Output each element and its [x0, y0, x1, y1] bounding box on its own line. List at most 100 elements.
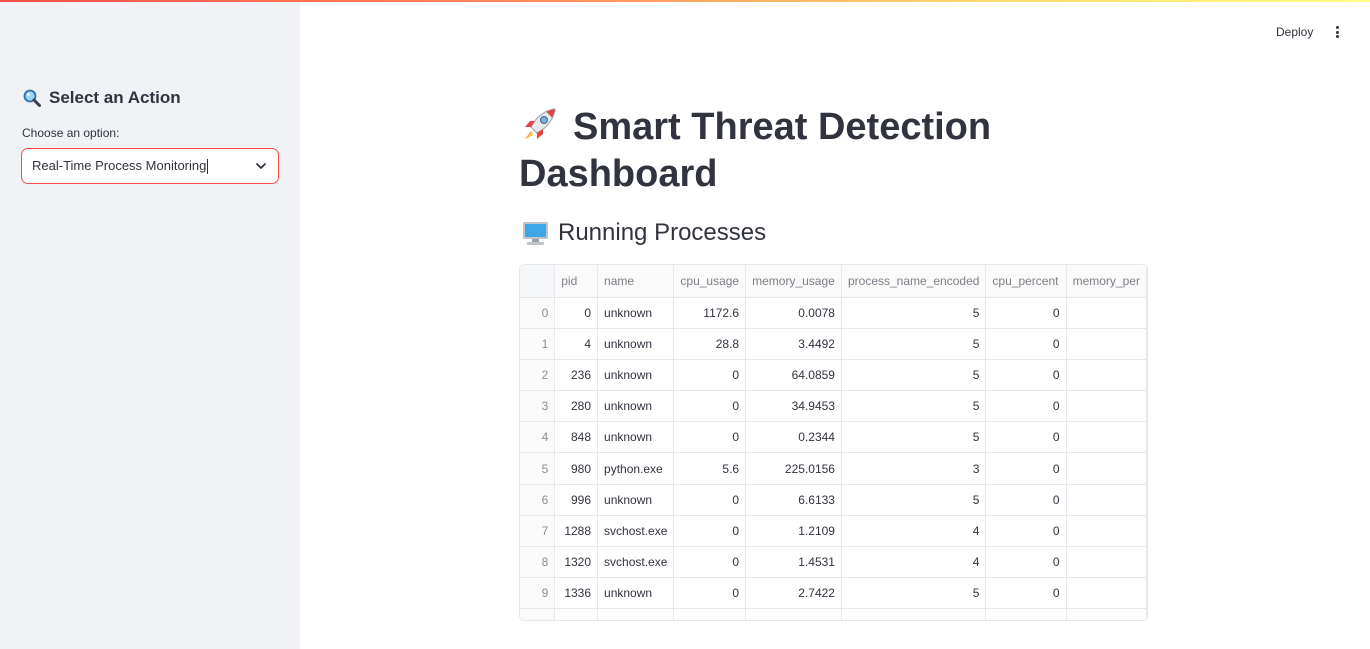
deploy-button[interactable]: Deploy: [1276, 25, 1313, 39]
column-header[interactable]: process_name_encoded: [841, 265, 987, 298]
table-cell[interactable]: 0: [673, 484, 747, 516]
magnifier-icon: [23, 89, 41, 107]
table-cell[interactable]: 5: [841, 328, 987, 360]
table-cell[interactable]: svchost.exe: [597, 546, 675, 579]
table-row[interactable]: 2 236 unknown 0 64.0859 5 0: [520, 359, 1147, 392]
table-cell[interactable]: 5: [841, 359, 987, 392]
table-cell[interactable]: svchost.exe: [597, 515, 675, 548]
table-cell[interactable]: unknown: [597, 484, 675, 516]
table-cell[interactable]: python.exe: [597, 452, 675, 485]
table-row[interactable]: 5 980 python.exe 5.6 225.0156 3 0: [520, 452, 1147, 485]
column-header[interactable]: cpu_percent: [985, 265, 1067, 298]
table-cell[interactable]: 0: [673, 421, 747, 454]
table-cell[interactable]: unknown: [597, 328, 675, 360]
row-index: 8: [520, 546, 556, 579]
index-column-header[interactable]: [520, 265, 556, 298]
table-cell[interactable]: 1172.6: [673, 297, 747, 329]
table-cell[interactable]: 0: [673, 546, 747, 579]
table-cell[interactable]: 225.0156: [745, 452, 842, 485]
table-cell[interactable]: 5.6: [673, 452, 747, 485]
table-row[interactable]: 0 0 unknown 1172.6 0.0078 5 0: [520, 297, 1147, 329]
table-cell[interactable]: 848: [554, 421, 599, 454]
table-cell[interactable]: 0.2344: [745, 421, 842, 454]
table-cell[interactable]: 3.4492: [745, 328, 842, 360]
table-cell[interactable]: 0: [985, 359, 1067, 392]
table-cell[interactable]: [1066, 577, 1147, 610]
table-cell[interactable]: unknown: [597, 421, 675, 454]
table-cell: [1066, 608, 1147, 620]
column-header[interactable]: name: [597, 265, 675, 298]
table-cell[interactable]: 4: [841, 515, 987, 548]
table-cell[interactable]: 0: [673, 577, 747, 610]
kebab-menu-icon[interactable]: [1330, 24, 1344, 40]
table-cell[interactable]: 0: [985, 297, 1067, 329]
table-cell[interactable]: unknown: [597, 390, 675, 423]
table-cell[interactable]: 280: [554, 390, 599, 423]
table-body: 0 0 unknown 1172.6 0.0078 5 0 1 4 unknown 28.8 3.44…: [520, 297, 1147, 620]
table-cell[interactable]: 980: [554, 452, 599, 485]
table-cell[interactable]: 5: [841, 484, 987, 516]
table-cell[interactable]: 28.8: [673, 328, 747, 360]
table-cell[interactable]: 1.4531: [745, 546, 842, 579]
select-label: Choose an option:: [22, 126, 120, 140]
table-cell[interactable]: 0: [985, 546, 1067, 579]
column-header[interactable]: cpu_usage: [673, 265, 747, 298]
table-cell[interactable]: unknown: [597, 577, 675, 610]
table-cell[interactable]: 0: [673, 515, 747, 548]
table-cell[interactable]: 34.9453: [745, 390, 842, 423]
table-row[interactable]: 6 996 unknown 0 6.6133 5 0: [520, 484, 1147, 516]
table-row[interactable]: 9 1336 unknown 0 2.7422 5 0: [520, 577, 1147, 610]
table-cell[interactable]: unknown: [597, 297, 675, 329]
table-cell[interactable]: 0: [554, 297, 599, 329]
process-dataframe[interactable]: pid name cpu_usage memory_usage process_name…: [520, 265, 1147, 620]
table-cell[interactable]: [1066, 297, 1147, 329]
table-row[interactable]: 1 4 unknown 28.8 3.4492 5 0: [520, 328, 1147, 360]
table-row[interactable]: 3 280 unknown 0 34.9453 5 0: [520, 390, 1147, 423]
table-cell[interactable]: 3: [841, 452, 987, 485]
table-cell[interactable]: 0.0078: [745, 297, 842, 329]
column-header[interactable]: memory_usage: [745, 265, 842, 298]
chevron-down-icon[interactable]: [254, 159, 268, 173]
table-cell[interactable]: 4: [554, 328, 599, 360]
table-cell[interactable]: 1.2109: [745, 515, 842, 548]
table-cell[interactable]: 0: [985, 577, 1067, 610]
table-cell[interactable]: 1320: [554, 546, 599, 579]
table-cell[interactable]: 5: [841, 421, 987, 454]
table-cell[interactable]: [1066, 515, 1147, 548]
table-cell[interactable]: [1066, 359, 1147, 392]
table-cell[interactable]: [1066, 452, 1147, 485]
table-cell[interactable]: 2.7422: [745, 577, 842, 610]
table-cell[interactable]: [1066, 390, 1147, 423]
table-cell[interactable]: 1288: [554, 515, 599, 548]
action-select[interactable]: Real-Time Process Monitoring: [21, 148, 279, 184]
table-cell[interactable]: [1066, 421, 1147, 454]
table-cell[interactable]: 0: [985, 421, 1067, 454]
column-header[interactable]: pid: [554, 265, 599, 298]
table-row[interactable]: 4 848 unknown 0 0.2344 5 0: [520, 421, 1147, 454]
table-cell[interactable]: 6.6133: [745, 484, 842, 516]
table-cell[interactable]: 5: [841, 297, 987, 329]
table-cell[interactable]: 64.0859: [745, 359, 842, 392]
table-cell[interactable]: 0: [985, 515, 1067, 548]
table-cell[interactable]: 5: [841, 390, 987, 423]
table-cell[interactable]: 0: [985, 484, 1067, 516]
table-cell[interactable]: 0: [985, 328, 1067, 360]
process-table[interactable]: pid name cpu_usage memory_usage process_name…: [519, 264, 1148, 621]
table-cell[interactable]: [1066, 328, 1147, 360]
table-row[interactable]: 8 1320 svchost.exe 0 1.4531 4 0: [520, 546, 1147, 579]
table-cell[interactable]: [1066, 546, 1147, 579]
table-cell[interactable]: 996: [554, 484, 599, 516]
table-cell[interactable]: 0: [985, 390, 1067, 423]
table-cell[interactable]: 1336: [554, 577, 599, 610]
table-cell[interactable]: 236: [554, 359, 599, 392]
table-cell[interactable]: unknown: [597, 359, 675, 392]
table-cell[interactable]: 5: [841, 577, 987, 610]
table-cell[interactable]: [1066, 484, 1147, 516]
column-header[interactable]: memory_per: [1066, 265, 1147, 298]
table-cell[interactable]: 0: [985, 452, 1067, 485]
table-cell[interactable]: 4: [841, 546, 987, 579]
table-cell[interactable]: 0: [673, 359, 747, 392]
table-cell[interactable]: 0: [673, 390, 747, 423]
table-row[interactable]: 7 1288 svchost.exe 0 1.2109 4 0: [520, 515, 1147, 548]
page-title-text: Smart Threat Detection Dashboard: [519, 106, 992, 195]
